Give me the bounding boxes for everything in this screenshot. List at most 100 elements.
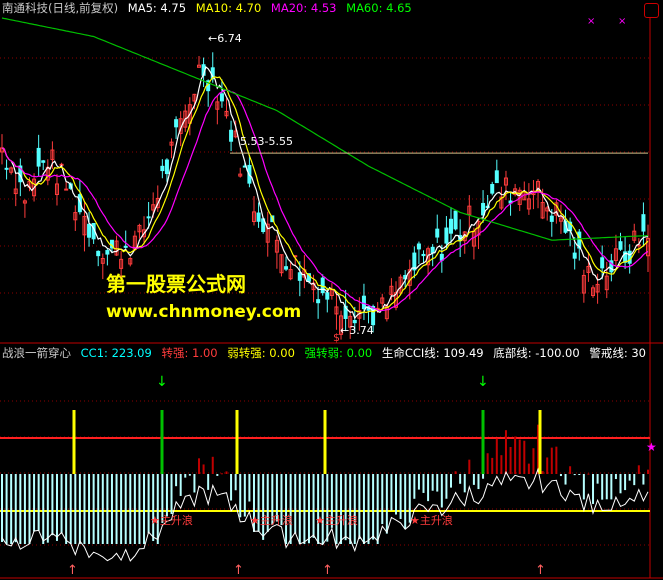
candle-body: [174, 119, 179, 128]
cci-bar: [60, 474, 63, 534]
main-wave-label: ★主升浪: [250, 513, 293, 527]
candle-body: [229, 129, 234, 142]
candle-body: [164, 159, 169, 175]
cci-bar: [445, 474, 448, 499]
candle-body: [297, 272, 302, 281]
cci-bar: [92, 474, 95, 544]
candle-body: [618, 241, 623, 250]
cci-bar: [234, 474, 237, 491]
cci-bar: [124, 474, 127, 544]
candle-body: [444, 227, 449, 244]
cci-bar: [555, 446, 558, 474]
cci-bar: [578, 474, 581, 475]
candle-body: [600, 257, 605, 269]
cci-bar: [220, 473, 223, 475]
cci-bar: [422, 474, 425, 493]
cci-bar: [202, 464, 205, 474]
candle-body: [627, 250, 632, 264]
cci-bar: [243, 474, 246, 517]
cci-bar: [624, 474, 627, 491]
cci-bar: [436, 474, 439, 492]
candle-body: [96, 250, 101, 257]
candle-body: [123, 245, 128, 248]
cci-bar: [230, 474, 233, 501]
cci-bar: [78, 474, 81, 544]
cci-bar: [143, 474, 146, 544]
cci-bar: [88, 474, 91, 544]
cci-bar: [294, 474, 297, 534]
cci-bar: [14, 474, 17, 543]
cci-bar: [69, 474, 72, 544]
candle-body: [430, 246, 435, 254]
cci-bar: [417, 474, 420, 490]
cci-bar: [33, 474, 36, 532]
candle-body: [160, 165, 165, 172]
cci-bar: [289, 474, 292, 544]
cci-bar: [372, 474, 375, 540]
marker-x-icon: ×: [587, 16, 595, 27]
cci-bar: [482, 474, 485, 479]
cci-bar: [431, 474, 434, 491]
cci-bar: [550, 447, 553, 474]
signal-bar: [481, 410, 485, 474]
marker-x-icon: ×: [618, 16, 626, 27]
cci-bar: [344, 474, 347, 541]
cci-bar: [28, 474, 31, 544]
cci-bar: [582, 474, 585, 500]
cci-bar: [463, 474, 466, 493]
cci-bar: [367, 474, 370, 544]
cci-bar: [477, 474, 480, 490]
candle-body: [41, 160, 46, 163]
cci-bar: [592, 474, 595, 504]
candle-body: [361, 295, 366, 310]
cci-bar: [23, 474, 26, 544]
cci-bar: [10, 474, 13, 544]
candle-body: [435, 228, 440, 238]
candle-body: [448, 218, 453, 234]
cci-bar: [472, 474, 475, 485]
cci-bar: [628, 474, 631, 481]
cci-bar: [527, 463, 530, 474]
chart-stage: 南通科技(日线,前复权) MA5: 4.75 MA10: 4.70 MA20: …: [0, 0, 663, 580]
cci-bar: [459, 474, 462, 484]
cci-bar: [362, 474, 365, 544]
cci-bar: [110, 474, 113, 544]
signal-dollar-label: $: [333, 331, 340, 344]
candle-body: [421, 253, 426, 257]
cci-bar: [633, 474, 636, 486]
cci-bar: [239, 474, 242, 518]
candle-body: [416, 243, 421, 250]
cci-bar: [165, 474, 168, 517]
cci-bar: [427, 474, 430, 502]
cci-bar: [546, 457, 549, 474]
cci-bar: [184, 474, 187, 478]
candle-body: [325, 292, 330, 300]
cci-bar: [133, 474, 136, 544]
candle-body: [641, 214, 646, 232]
cci-bar: [51, 474, 54, 536]
cci-bar: [413, 474, 416, 499]
cci-bar: [19, 474, 22, 544]
up-arrow-icon: ↑: [233, 563, 244, 578]
up-arrow-icon: ↑: [535, 563, 546, 578]
candle-body: [64, 188, 69, 191]
cci-bar: [564, 474, 567, 485]
cci-bar: [647, 469, 649, 474]
candle-body: [4, 167, 9, 170]
cci-bar: [312, 474, 315, 538]
cci-bar: [376, 474, 379, 544]
cci-bar: [569, 466, 572, 474]
cci-bar: [601, 474, 604, 500]
cci-bar: [83, 474, 86, 544]
cci-bar: [587, 473, 590, 475]
cci-bar: [298, 474, 301, 544]
cci-bar: [637, 465, 640, 474]
cci-bar: [5, 474, 8, 544]
cci-bar: [321, 474, 324, 544]
cci-bar: [340, 474, 343, 544]
cci-bar: [115, 474, 118, 544]
signal-bar: [72, 410, 76, 474]
cci-bar: [1, 474, 3, 542]
candle-body: [549, 215, 554, 222]
candle-body: [284, 266, 289, 270]
